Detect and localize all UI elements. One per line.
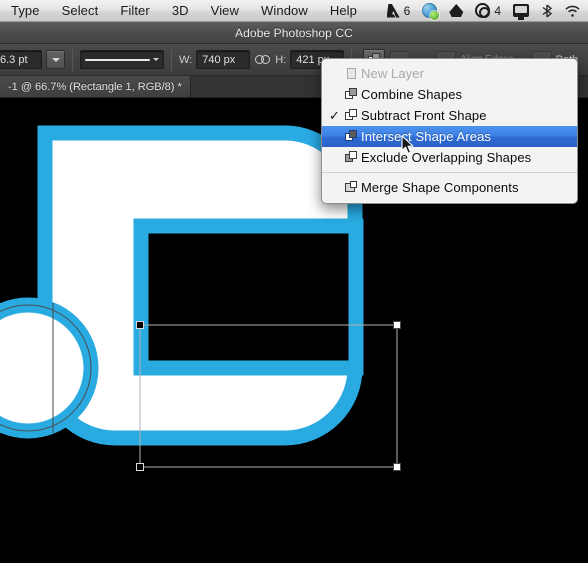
stroke-style-field[interactable] [80, 50, 164, 69]
width-value: 740 px [202, 53, 236, 66]
menu-item-new-layer[interactable]: New Layer [322, 63, 577, 84]
globe-sync-icon [422, 3, 440, 20]
width-label: W: [179, 53, 193, 66]
anchor-point-top-left[interactable] [136, 321, 144, 329]
tray-drive[interactable] [443, 0, 469, 21]
creative-cloud-icon [475, 3, 491, 18]
intersect-shape-areas-icon [341, 130, 361, 143]
menu-item-intersect-shape-areas[interactable]: Intersect Shape Areas [322, 126, 577, 147]
photoshop-title-bar: Adobe Photoshop CC [0, 22, 588, 44]
menu-item-select[interactable]: Select [51, 0, 110, 21]
os-menu-bar: Type Select Filter 3D View Window Help 6… [0, 0, 588, 22]
stroke-style-preview-icon [85, 58, 150, 61]
menu-item-help[interactable]: Help [319, 0, 368, 21]
stroke-width-dropdown-button[interactable] [46, 50, 65, 69]
bluetooth-icon [542, 3, 553, 18]
options-divider-1 [72, 48, 73, 71]
shape-inner-knockout-rect [133, 218, 364, 376]
document-tab[interactable]: -1 @ 66.7% (Rectangle 1, RGB/8) * [0, 76, 191, 97]
document-tab-label: -1 @ 66.7% (Rectangle 1, RGB/8) * [8, 80, 182, 93]
merge-shape-components-icon [341, 181, 361, 194]
shape-left-circle [0, 297, 99, 439]
menu-bar-tray: 6 4 [381, 0, 588, 21]
tray-wifi[interactable] [559, 0, 586, 21]
menu-item-intersect-shape-areas-label: Intersect Shape Areas [361, 129, 492, 144]
chevron-down-icon [153, 58, 159, 61]
menu-item-filter[interactable]: Filter [109, 0, 161, 21]
handle-bottom-right[interactable] [393, 463, 401, 471]
menu-item-exclude-overlapping-shapes-label: Exclude Overlapping Shapes [361, 150, 532, 165]
path-operations-dropdown-menu[interactable]: New Layer Combine Shapes ✓ Subtract Fron… [321, 58, 578, 204]
menu-item-merge-shape-components-label: Merge Shape Components [361, 180, 519, 195]
options-divider-2 [171, 48, 172, 71]
menu-item-window[interactable]: Window [250, 0, 319, 21]
display-icon [513, 4, 529, 20]
new-layer-icon [341, 67, 361, 80]
chevron-down-icon [51, 57, 60, 62]
menu-item-new-layer-label: New Layer [361, 66, 425, 81]
combine-shapes-icon [341, 88, 361, 101]
menu-item-combine-shapes-label: Combine Shapes [361, 87, 463, 102]
menu-item-subtract-front-shape-label: Subtract Front Shape [361, 108, 487, 123]
menu-item-subtract-front-shape[interactable]: ✓ Subtract Front Shape [322, 105, 577, 126]
menu-item-type[interactable]: Type [0, 0, 51, 21]
height-label: H: [275, 53, 287, 66]
tray-adobe[interactable]: 6 [381, 0, 417, 21]
menu-item-combine-shapes[interactable]: Combine Shapes [322, 84, 577, 105]
stroke-width-field[interactable]: 6.3 pt [0, 50, 42, 69]
tray-globe[interactable] [416, 0, 443, 21]
width-input[interactable]: 740 px [196, 50, 251, 69]
link-chain-icon[interactable] [255, 54, 271, 65]
tray-bluetooth[interactable] [535, 0, 559, 21]
subtract-front-shape-icon [341, 109, 361, 122]
adobe-count: 6 [403, 3, 411, 18]
menu-item-merge-shape-components[interactable]: Merge Shape Components [322, 177, 577, 198]
adobe-a-icon [387, 4, 400, 18]
stroke-width-value: 6.3 pt [0, 53, 28, 66]
check-mark-icon: ✓ [329, 108, 340, 123]
wifi-icon [565, 5, 580, 17]
exclude-overlapping-shapes-icon [341, 151, 361, 164]
menu-item-view[interactable]: View [200, 0, 250, 21]
anchor-point-bottom-left[interactable] [136, 463, 144, 471]
app-title: Adobe Photoshop CC [235, 25, 353, 40]
tray-creative-cloud[interactable]: 4 [469, 0, 507, 21]
tray-display[interactable] [507, 0, 535, 21]
menu-item-3d[interactable]: 3D [161, 0, 200, 21]
menu-separator [322, 172, 577, 173]
menu-item-exclude-overlapping-shapes[interactable]: Exclude Overlapping Shapes [322, 147, 577, 168]
google-drive-icon [449, 4, 464, 17]
cc-count: 4 [494, 3, 501, 18]
handle-top-right[interactable] [393, 321, 401, 329]
photoshop-window: Type Select Filter 3D View Window Help 6… [0, 0, 588, 563]
